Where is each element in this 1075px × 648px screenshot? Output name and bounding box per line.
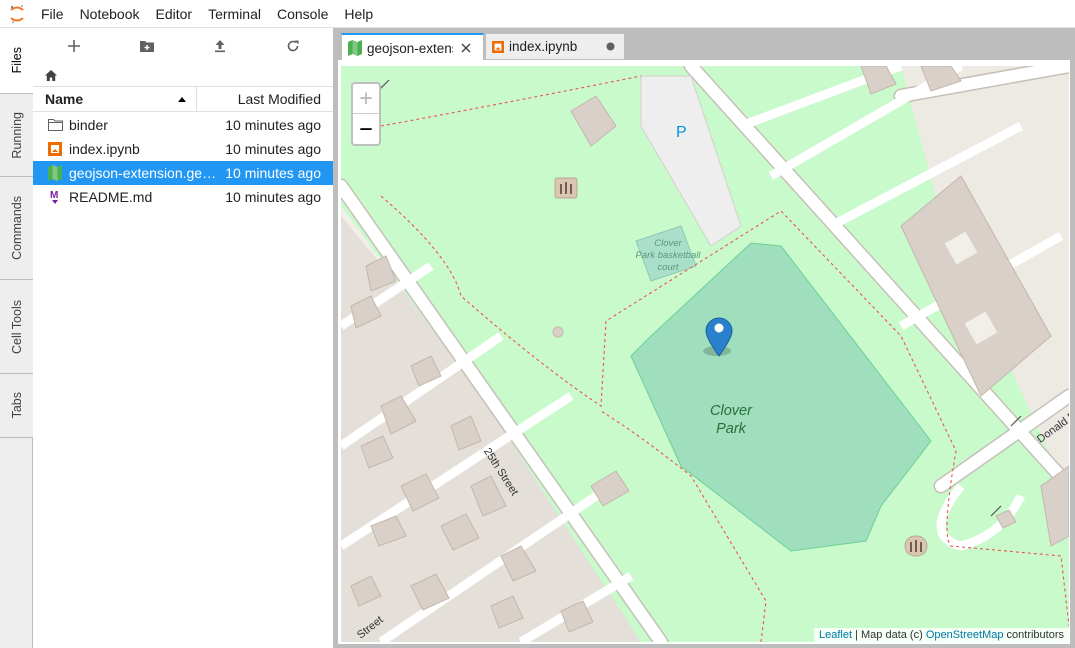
sidetab-commands[interactable]: Commands (0, 177, 33, 280)
menu-help[interactable]: Help (336, 0, 381, 28)
basketball-court-label: Clover Park basketball court (630, 238, 706, 274)
leaflet-link[interactable]: Leaflet (819, 629, 852, 641)
breadcrumb (33, 64, 333, 86)
map-canvas[interactable]: P Clover Park basketball court Clover Pa… (341, 66, 1069, 642)
sidetab-tabs-label: Tabs (9, 392, 24, 419)
svg-text:M: M (50, 190, 58, 201)
file-modified: 10 minutes ago (225, 189, 321, 205)
tab-index-label: index.ipynb (509, 39, 578, 54)
menu-editor[interactable]: Editor (148, 0, 201, 28)
zoom-control: + − (351, 82, 381, 146)
new-folder-button[interactable] (131, 32, 163, 60)
notebook-icon (47, 141, 63, 157)
map-tiles (341, 66, 1069, 642)
file-browser-toolbar (33, 28, 333, 64)
menu-notebook[interactable]: Notebook (72, 0, 148, 28)
new-launcher-button[interactable] (58, 32, 90, 60)
upload-button[interactable] (204, 32, 236, 60)
court-label-line-3: court (657, 262, 679, 273)
file-row-geojson[interactable]: geojson-extension.geojson 10 minutes ago (33, 161, 333, 185)
refresh-button[interactable] (277, 32, 309, 60)
sidetab-files[interactable]: Files (0, 28, 34, 94)
close-icon (461, 43, 471, 53)
document-tab-bar: geojson-extension.geojson index.ipynb (333, 28, 1075, 61)
tab-geojson[interactable]: geojson-extension.geojson (341, 33, 484, 61)
file-modified: 10 minutes ago (225, 117, 321, 133)
sidetab-commands-label: Commands (9, 196, 24, 260)
map-file-icon (47, 165, 63, 181)
attribution-text: | Map data (c) (852, 629, 926, 641)
file-name: binder (69, 117, 108, 133)
map-file-icon (348, 40, 362, 56)
home-icon[interactable] (45, 69, 57, 81)
file-row-readme[interactable]: M README.md 10 minutes ago (33, 185, 333, 209)
new-folder-icon (139, 41, 154, 52)
file-list: binder 10 minutes ago index.ipynb 10 min… (33, 112, 333, 209)
park-label-line-2: Park (716, 421, 746, 437)
main-dock-area: geojson-extension.geojson index.ipynb (333, 28, 1075, 648)
tab-index-ipynb[interactable]: index.ipynb (485, 33, 625, 60)
openstreetmap-link[interactable]: OpenStreetMap (926, 629, 1004, 641)
menu-console[interactable]: Console (269, 0, 336, 28)
upload-icon (214, 40, 225, 53)
zoom-out-button[interactable]: − (353, 114, 379, 144)
sidetab-cell-tools[interactable]: Cell Tools (0, 280, 33, 374)
sidetab-tabs[interactable]: Tabs (0, 374, 33, 438)
geojson-viewer: P Clover Park basketball court Clover Pa… (338, 60, 1070, 644)
sidetab-running[interactable]: Running (0, 94, 33, 177)
menu-terminal[interactable]: Terminal (200, 0, 269, 28)
court-label-line-2: Park basketball (635, 250, 701, 261)
menu-file[interactable]: File (33, 0, 72, 28)
plus-icon (67, 40, 80, 52)
file-list-header: Name Last Modified (33, 86, 333, 112)
column-modified-header[interactable]: Last Modified (197, 87, 333, 111)
markdown-icon: M (47, 189, 63, 205)
map-attribution: Leaflet | Map data (c) OpenStreetMap con… (814, 628, 1069, 642)
left-sidebar-tabs: Files Running Commands Cell Tools Tabs (0, 28, 34, 648)
file-name: README.md (69, 189, 153, 205)
parking-label: P (676, 124, 687, 141)
park-name-label: Clover Park (696, 402, 766, 438)
zoom-in-button[interactable]: + (353, 84, 379, 114)
tab-geojson-label: geojson-extension.geojson (367, 40, 453, 56)
sidetab-cell-tools-label: Cell Tools (9, 299, 24, 354)
file-modified: 10 minutes ago (225, 141, 321, 157)
folder-icon (47, 117, 63, 133)
menu-bar: File Notebook Editor Terminal Console He… (0, 0, 1075, 28)
file-name: index.ipynb (69, 141, 140, 157)
column-modified-label: Last Modified (237, 91, 321, 107)
jupyter-logo-icon (0, 0, 33, 28)
file-row-index-ipynb[interactable]: index.ipynb 10 minutes ago (33, 137, 333, 161)
unsaved-dot-icon[interactable] (603, 40, 617, 54)
sidetab-running-label: Running (9, 111, 24, 159)
file-modified: 10 minutes ago (225, 165, 321, 181)
file-row-binder[interactable]: binder 10 minutes ago (33, 113, 333, 137)
refresh-icon (287, 40, 298, 52)
park-label-line-1: Clover (710, 403, 752, 419)
court-label-line-1: Clover (654, 238, 682, 249)
close-tab-button[interactable] (459, 41, 473, 55)
file-browser: Name Last Modified binder 10 minutes ago… (33, 28, 333, 648)
file-name: geojson-extension.geojson (69, 165, 219, 181)
sidetab-files-label: Files (9, 47, 24, 74)
column-name-label: Name (45, 91, 84, 107)
sort-ascending-icon (178, 96, 186, 102)
column-name-header[interactable]: Name (33, 87, 197, 111)
notebook-icon (492, 40, 504, 53)
attribution-suffix: contributors (1003, 629, 1064, 641)
